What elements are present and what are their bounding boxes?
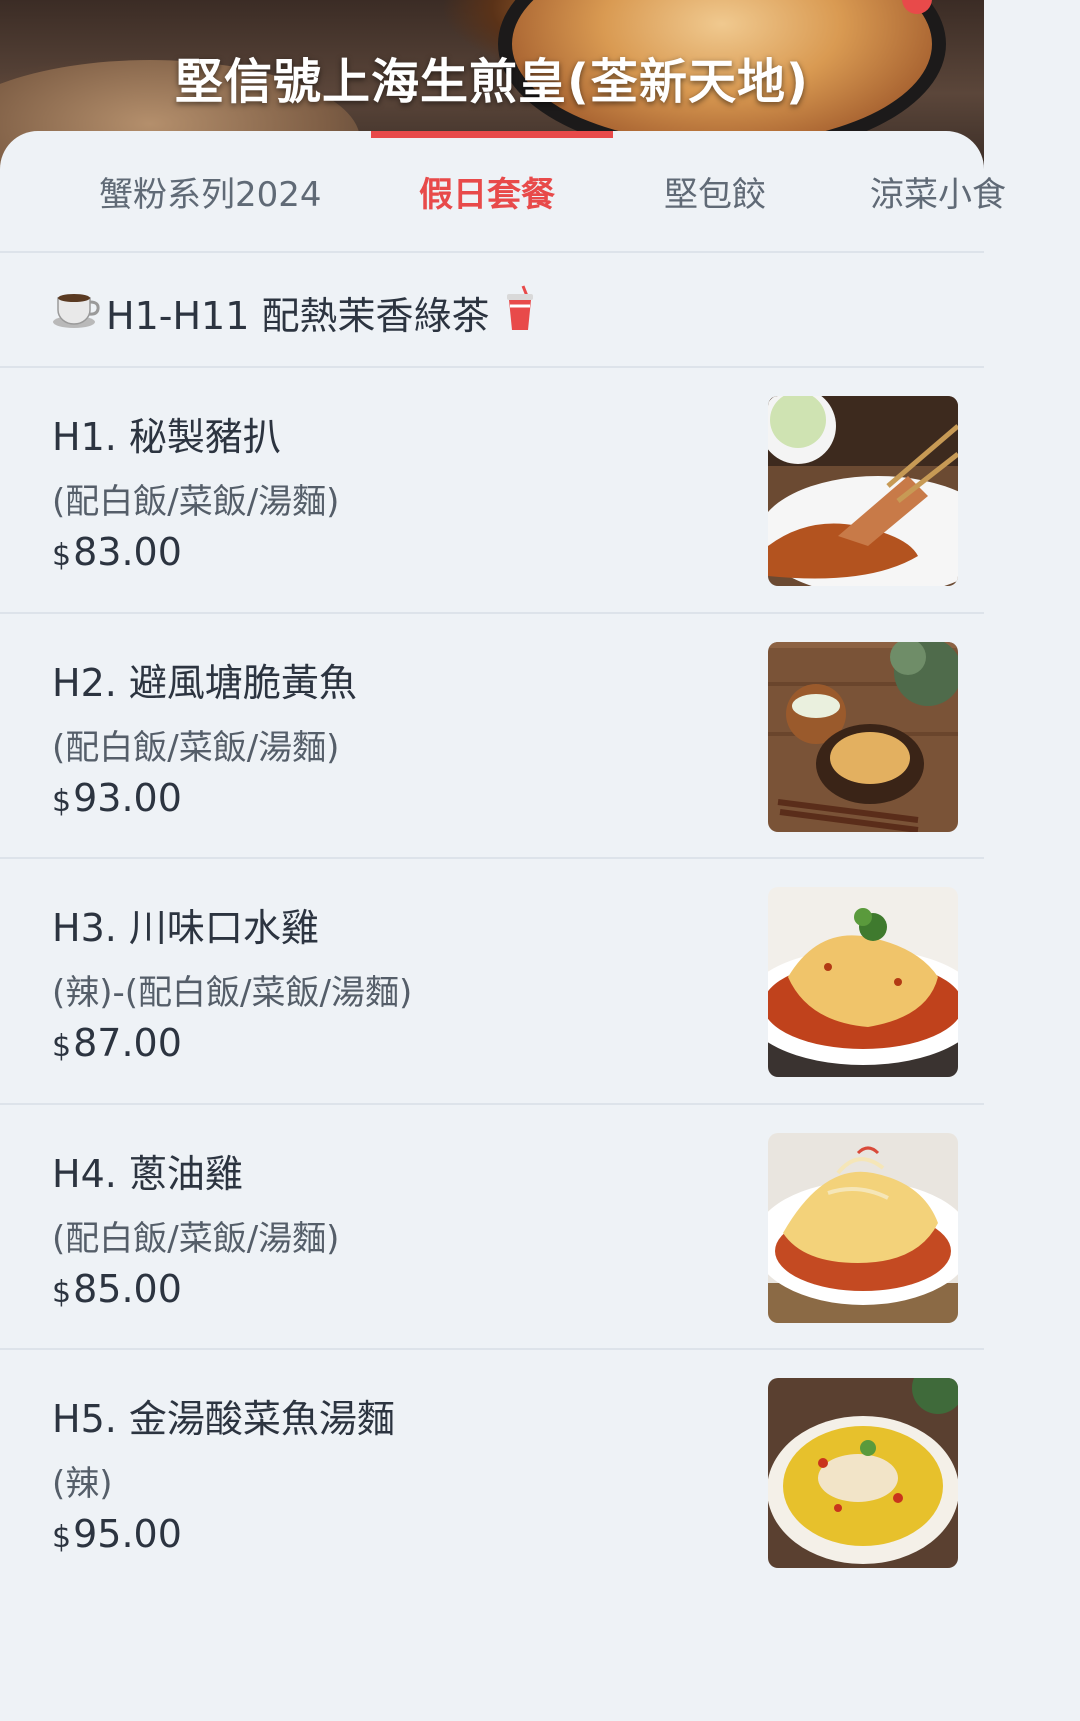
tab-crab-roe-2024[interactable]: 蟹粉系列2024	[99, 167, 322, 216]
item-price: $85.00	[52, 1267, 182, 1311]
section-header: H1-H11 配熱茉香綠茶	[0, 254, 984, 366]
item-price: $83.00	[52, 530, 182, 574]
item-desc: (辣)-(配白飯/菜飯/湯麵)	[52, 973, 413, 1013]
menu-item[interactable]: H1. 秘製豬扒 (配白飯/菜飯/湯麵) $83.00	[0, 368, 984, 613]
category-tabs: 蟹粉系列2024 假日套餐 堅包餃 涼菜小食	[0, 131, 1006, 251]
item-desc: (配白飯/菜飯/湯麵)	[52, 728, 340, 768]
tab-holiday-set[interactable]: 假日套餐	[419, 167, 555, 216]
currency-symbol: $	[52, 784, 72, 819]
active-tab-indicator	[371, 131, 613, 138]
item-desc: (配白飯/菜飯/湯麵)	[52, 482, 340, 522]
item-desc: (辣)	[52, 1464, 113, 1504]
item-price: $87.00	[52, 1021, 182, 1065]
price-value: 95.00	[73, 1512, 182, 1556]
currency-symbol: $	[52, 1029, 72, 1064]
price-value: 83.00	[73, 530, 182, 574]
pork-chop-image	[768, 396, 958, 586]
item-name: H1. 秘製豬扒	[52, 415, 281, 459]
coffee-cup-icon	[52, 286, 100, 339]
item-price: $93.00	[52, 776, 182, 820]
menu-item[interactable]: H3. 川味口水雞 (辣)-(配白飯/菜飯/湯麵) $87.00	[0, 859, 984, 1104]
currency-symbol: $	[52, 538, 72, 573]
mouthwatering-chicken-image	[768, 887, 958, 1077]
item-desc: (配白飯/菜飯/湯麵)	[52, 1219, 340, 1259]
price-value: 85.00	[73, 1267, 182, 1311]
tabs-divider	[0, 251, 984, 253]
currency-symbol: $	[52, 1275, 72, 1310]
price-value: 93.00	[73, 776, 182, 820]
price-value: 87.00	[73, 1021, 182, 1065]
currency-symbol: $	[52, 1520, 72, 1555]
menu-item[interactable]: H5. 金湯酸菜魚湯麵 (辣) $95.00	[0, 1350, 984, 1595]
menu-item[interactable]: H2. 避風塘脆黃魚 (配白飯/菜飯/湯麵) $93.00	[0, 614, 984, 859]
store-title: 堅信號上海生煎皇(荃新天地)	[175, 54, 809, 110]
tab-dumplings[interactable]: 堅包餃	[664, 167, 766, 216]
item-name: H5. 金湯酸菜魚湯麵	[52, 1397, 395, 1441]
item-price: $95.00	[52, 1512, 182, 1556]
menu-item[interactable]: H4. 蔥油雞 (配白飯/菜飯/湯麵) $85.00	[0, 1105, 984, 1350]
section-title-text: H1-H11 配熱茉香綠茶	[106, 294, 490, 338]
item-name: H2. 避風塘脆黃魚	[52, 661, 357, 705]
drink-cup-icon	[503, 284, 537, 341]
crispy-fish-image	[768, 642, 958, 832]
tab-cold-dishes[interactable]: 涼菜小食	[870, 167, 1006, 216]
item-name: H4. 蔥油雞	[52, 1152, 243, 1196]
scallion-chicken-image	[768, 1133, 958, 1323]
item-name: H3. 川味口水雞	[52, 906, 319, 950]
fish-soup-noodle-image	[768, 1378, 958, 1568]
